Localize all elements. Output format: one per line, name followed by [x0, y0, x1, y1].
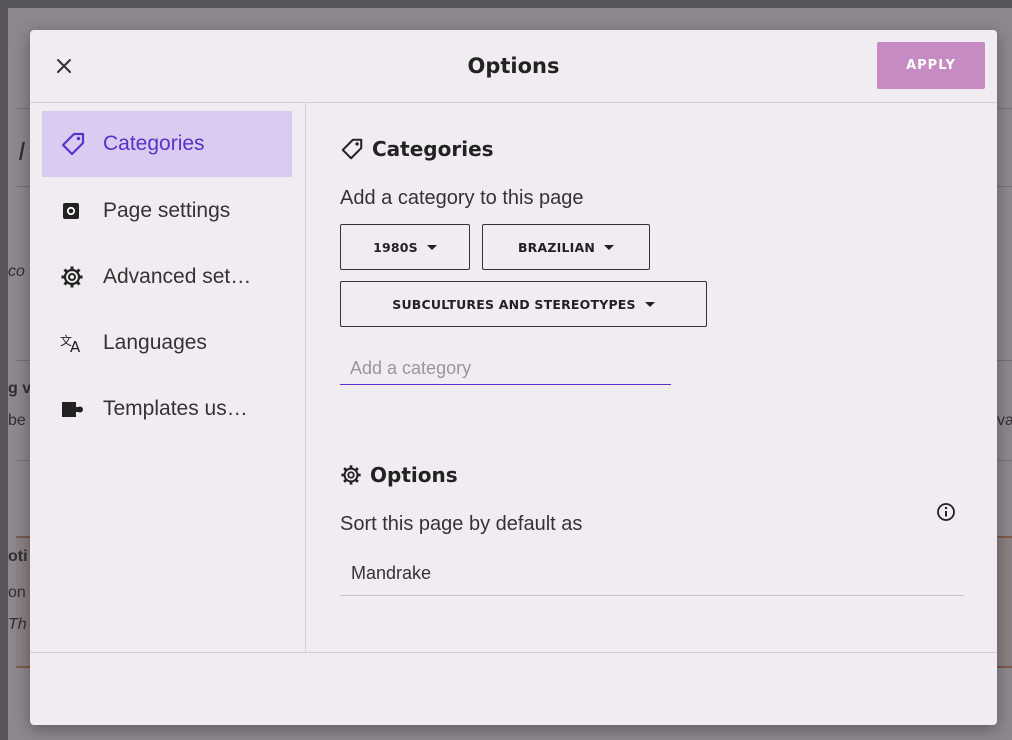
tag-icon — [60, 131, 94, 157]
sidebar-item-page-settings[interactable]: Page settings — [42, 178, 292, 244]
sidebar-item-categories[interactable]: Categories — [42, 111, 292, 177]
category-chip-label: SUBCULTURES AND STEREOTYPES — [392, 296, 636, 312]
category-chip[interactable]: 1980S — [340, 224, 470, 270]
add-category-prompt: Add a category to this page — [340, 187, 584, 209]
categories-heading-text: Categories — [372, 137, 494, 161]
options-heading-text: Options — [370, 463, 458, 487]
add-category-input[interactable] — [340, 353, 671, 385]
apply-button[interactable]: APPLY — [877, 42, 985, 89]
sidebar-item-label: Advanced set… — [103, 265, 252, 288]
tag-icon — [340, 137, 364, 161]
sort-key-field[interactable]: Mandrake — [340, 551, 964, 596]
sidebar-item-label: Languages — [103, 331, 207, 354]
gear-icon — [340, 464, 362, 486]
sort-prompt: Sort this page by default as — [340, 513, 583, 535]
categories-heading: Categories — [340, 137, 494, 161]
puzzle-icon — [60, 398, 94, 420]
chevron-down-icon — [604, 244, 615, 250]
category-chip[interactable]: SUBCULTURES AND STEREOTYPES — [340, 281, 707, 327]
sidebar-item-label: Templates us… — [103, 397, 248, 420]
sort-key-value: Mandrake — [351, 562, 432, 583]
options-dialog: Options APPLY Categories Page settings A… — [30, 30, 997, 725]
info-icon[interactable] — [936, 502, 956, 522]
sidebar-item-languages[interactable]: 文A Languages — [42, 310, 292, 376]
category-chip[interactable]: BRAZILIAN — [482, 224, 650, 270]
chevron-down-icon — [426, 244, 437, 250]
page-settings-icon — [60, 200, 94, 222]
category-chip-label: 1980S — [373, 239, 418, 255]
options-heading: Options — [340, 463, 458, 487]
sidebar-item-advanced-settings[interactable]: Advanced set… — [42, 244, 292, 310]
sidebar-item-templates-used[interactable]: Templates us… — [42, 376, 292, 442]
language-icon: 文A — [60, 332, 94, 354]
sidebar-item-label: Categories — [103, 132, 205, 155]
sidebar-item-label: Page settings — [103, 199, 231, 222]
dialog-title: Options — [467, 54, 560, 78]
categories-panel: Categories Add a category to this page 1… — [340, 103, 980, 652]
svg-text:A: A — [70, 338, 81, 354]
gear-icon — [60, 265, 94, 289]
dialog-header: Options APPLY — [30, 30, 997, 103]
category-chip-label: BRAZILIAN — [517, 239, 596, 255]
dialog-footer — [30, 652, 997, 725]
chevron-down-icon — [644, 301, 655, 307]
options-sidebar: Categories Page settings Advanced set… 文… — [30, 103, 306, 652]
